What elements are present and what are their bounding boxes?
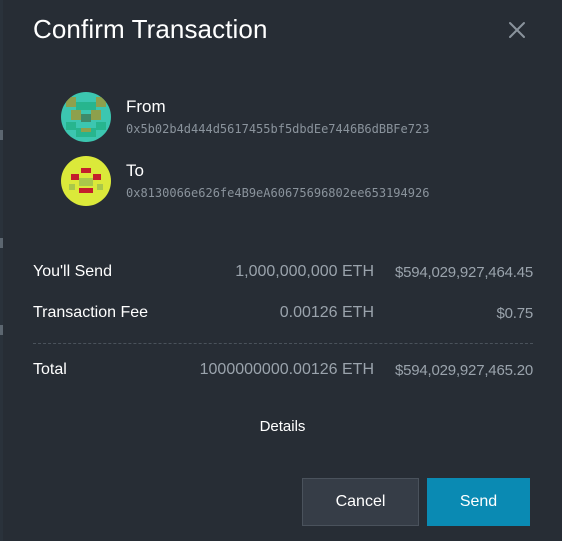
fee-row: Transaction Fee 0.00126 ETH $0.75 (33, 304, 533, 328)
from-account: From 0x5b02b4d444d5617455bf5dbdEe7446B6d… (61, 92, 541, 142)
send-amount-row: You'll Send 1,000,000,000 ETH $594,029,9… (33, 263, 533, 287)
to-address: 0x8130066e626fe4B9eA60675696802ee6531949… (126, 186, 430, 200)
to-identicon-avatar (61, 156, 111, 206)
summary-divider (33, 343, 533, 344)
dialog-title: Confirm Transaction (33, 14, 268, 44)
send-eth-value: 1,000,000,000 ETH (235, 263, 374, 280)
close-icon[interactable] (505, 18, 529, 42)
total-row: Total 1000000000.00126 ETH $594,029,927,… (33, 361, 533, 385)
send-label: You'll Send (33, 263, 112, 280)
send-button[interactable]: Send (427, 478, 530, 526)
total-eth-value: 1000000000.00126 ETH (199, 361, 374, 378)
cancel-button[interactable]: Cancel (302, 478, 419, 526)
total-usd-value: $594,029,927,465.20 (394, 362, 533, 379)
confirm-transaction-dialog: Confirm Transaction From 0x5b02b4d444d56… (3, 0, 562, 541)
from-label: From (126, 97, 166, 116)
to-account: To 0x8130066e626fe4B9eA60675696802ee6531… (61, 156, 541, 206)
total-label: Total (33, 361, 67, 378)
details-link[interactable]: Details (3, 418, 562, 435)
from-identicon-avatar (61, 92, 111, 142)
send-usd-value: $594,029,927,464.45 (394, 264, 533, 281)
fee-eth-value: 0.00126 ETH (279, 304, 374, 321)
fee-usd-value: $0.75 (496, 305, 533, 322)
from-address: 0x5b02b4d444d5617455bf5dbdEe7446B6dBBFe7… (126, 122, 430, 136)
fee-label: Transaction Fee (33, 304, 149, 321)
to-label: To (126, 161, 144, 180)
